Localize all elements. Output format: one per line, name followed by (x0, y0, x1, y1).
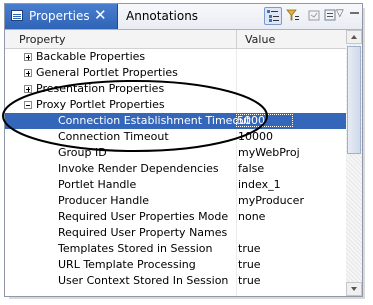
tab-bar: Properties ✕ Annotations ▽ (5, 4, 362, 30)
property-row[interactable]: User Context Stored In Session true (5, 273, 346, 289)
expand-icon[interactable] (24, 53, 32, 61)
header-property[interactable]: Property (19, 33, 66, 46)
property-row[interactable]: Producer Handle myProducer (5, 193, 346, 209)
collapse-icon[interactable] (24, 101, 32, 109)
scroll-down-icon[interactable] (346, 282, 362, 296)
property-row[interactable]: Portlet Handle index_1 (5, 177, 346, 193)
property-value[interactable]: myProducer (238, 194, 304, 207)
property-value[interactable]: true (238, 274, 261, 287)
tab-properties[interactable]: Properties ✕ (5, 4, 118, 29)
header-value[interactable]: Value (245, 33, 275, 46)
property-row[interactable]: Required User Properties Mode none (5, 209, 346, 225)
property-value[interactable]: index_1 (238, 178, 281, 191)
property-row[interactable]: Connection Establishment Timeout 5000 (5, 113, 346, 129)
property-value[interactable]: true (238, 242, 261, 255)
expand-icon[interactable] (24, 69, 32, 77)
property-row[interactable]: Group ID myWebProj (5, 145, 346, 161)
property-name: Presentation Properties (36, 82, 165, 95)
categories-icon[interactable] (264, 7, 282, 25)
property-row[interactable]: Connection Timeout 10000 (5, 129, 346, 145)
property-name: Backable Properties (36, 50, 146, 63)
property-name: Invoke Render Dependencies (58, 162, 219, 175)
property-value[interactable]: none (238, 210, 265, 223)
property-row[interactable]: URL Template Processing true (5, 257, 346, 273)
property-name: Connection Establishment Timeout (58, 114, 251, 127)
property-value[interactable]: 5000 (236, 114, 293, 127)
tab-properties-label: Properties (29, 9, 90, 23)
expand-icon[interactable] (24, 85, 32, 93)
property-name: Required User Property Names (58, 226, 228, 239)
property-category-row[interactable]: General Portlet Properties (5, 65, 346, 81)
filter-icon[interactable] (285, 7, 303, 25)
vertical-scrollbar[interactable] (346, 30, 362, 296)
property-value[interactable]: 10000 (238, 130, 273, 143)
property-name: Connection Timeout (58, 130, 169, 143)
table-header: Property Value (5, 30, 346, 49)
properties-view: Properties ✕ Annotations ▽ Property Valu… (4, 3, 363, 297)
tab-annotations[interactable]: Annotations (126, 9, 198, 23)
property-name: General Portlet Properties (36, 66, 178, 79)
property-name: Templates Stored in Session (58, 242, 213, 255)
view-menu-icon[interactable]: ▽ (336, 8, 344, 19)
property-category-row[interactable]: Backable Properties (5, 49, 346, 65)
property-name: Proxy Portlet Properties (36, 98, 165, 111)
header-column-divider[interactable] (236, 30, 237, 48)
property-row[interactable]: Invoke Render Dependencies false (5, 161, 346, 177)
property-rows: Backable Properties General Portlet Prope… (5, 49, 346, 289)
property-name: URL Template Processing (58, 258, 196, 271)
property-name: Required User Properties Mode (58, 210, 229, 223)
property-name: User Context Stored In Session (58, 274, 229, 287)
property-name: Portlet Handle (58, 178, 137, 191)
properties-view-icon (11, 10, 23, 21)
property-row[interactable]: Templates Stored in Session true (5, 241, 346, 257)
scroll-thumb[interactable] (347, 46, 361, 154)
property-category-row[interactable]: Proxy Portlet Properties (5, 97, 346, 113)
property-category-row[interactable]: Presentation Properties (5, 81, 346, 97)
property-name: Group ID (58, 146, 107, 159)
close-icon[interactable]: ✕ (94, 6, 107, 24)
property-value[interactable]: false (238, 162, 264, 175)
scroll-up-icon[interactable] (346, 30, 362, 44)
property-value[interactable]: true (238, 258, 261, 271)
property-name: Producer Handle (58, 194, 150, 207)
property-row[interactable]: Required User Property Names (5, 225, 346, 241)
minimize-icon[interactable] (350, 12, 359, 14)
property-value[interactable]: myWebProj (238, 146, 300, 159)
restore-default-icon[interactable] (306, 7, 324, 25)
